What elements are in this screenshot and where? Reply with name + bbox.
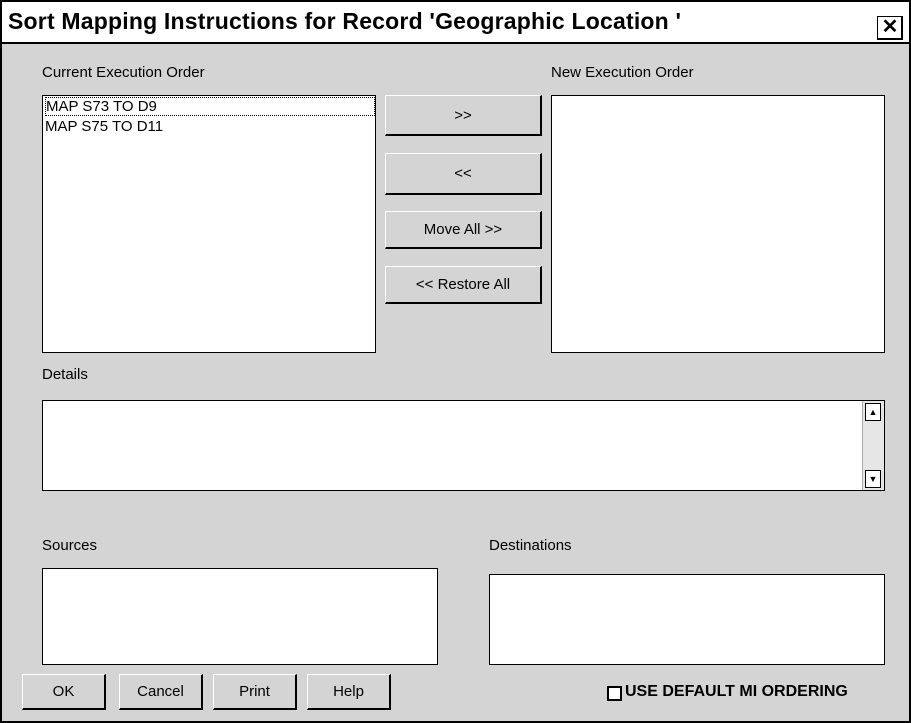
window-title: Sort Mapping Instructions for Record 'Ge…	[8, 8, 682, 34]
move-all-button[interactable]: Move All >>	[385, 211, 542, 249]
print-button[interactable]: Print	[213, 674, 297, 710]
current-order-label: Current Execution Order	[42, 64, 205, 81]
sources-box[interactable]	[42, 568, 438, 665]
sources-label: Sources	[42, 537, 98, 554]
cancel-button[interactable]: Cancel	[119, 674, 203, 710]
scroll-down-icon[interactable]: ▼	[865, 470, 881, 488]
sort-mapping-dialog: Sort Mapping Instructions for Record 'Ge…	[0, 0, 911, 723]
close-icon[interactable]: ✕	[877, 16, 903, 40]
list-item[interactable]: MAP S75 TO D11	[45, 118, 163, 135]
details-scrollbar[interactable]: ▲ ▼	[862, 401, 884, 490]
use-default-checkbox[interactable]	[607, 686, 622, 701]
ok-button[interactable]: OK	[22, 674, 106, 710]
destinations-box[interactable]	[489, 574, 885, 665]
details-textarea[interactable]: ▲ ▼	[42, 400, 885, 491]
destinations-label: Destinations	[489, 537, 572, 554]
details-label: Details	[42, 366, 88, 383]
current-order-list[interactable]: MAP S73 TO D9 MAP S75 TO D11	[42, 95, 376, 353]
move-left-button[interactable]: <<	[385, 153, 542, 195]
new-order-list[interactable]	[551, 95, 885, 353]
use-default-label[interactable]: USE DEFAULT MI ORDERING	[625, 683, 907, 701]
help-button[interactable]: Help	[307, 674, 391, 710]
move-right-button[interactable]: >>	[385, 95, 542, 136]
new-order-label: New Execution Order	[551, 64, 694, 81]
list-item[interactable]: MAP S73 TO D9	[45, 97, 375, 116]
restore-all-button[interactable]: << Restore All	[385, 266, 542, 304]
scroll-up-icon[interactable]: ▲	[865, 403, 881, 421]
title-bar[interactable]: Sort Mapping Instructions for Record 'Ge…	[2, 2, 909, 44]
